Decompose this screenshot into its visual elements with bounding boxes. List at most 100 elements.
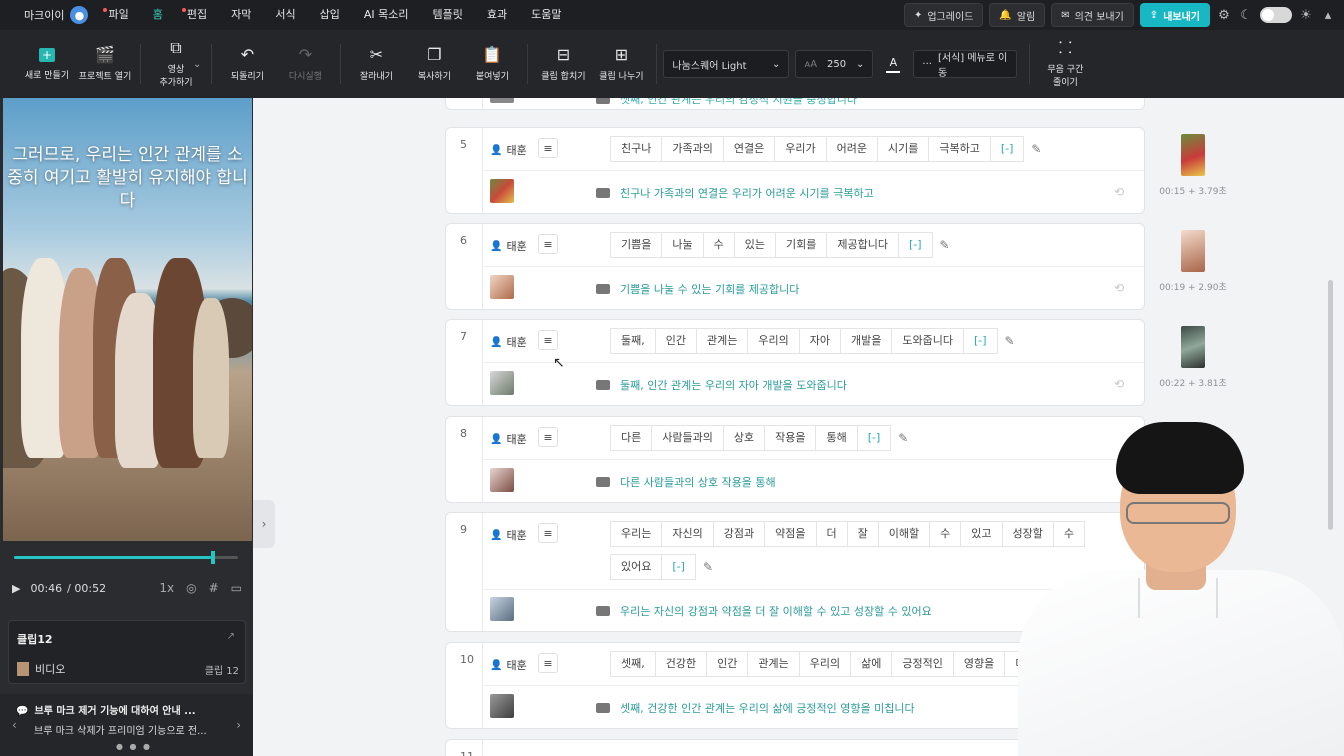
speaker-label[interactable]: 👤태훈 (490, 431, 527, 447)
word-chip[interactable]: 잘 (846, 521, 879, 547)
screenshot-icon[interactable]: ◎ (186, 581, 196, 595)
speaker-label[interactable]: 👤태훈 (490, 334, 527, 350)
word-chip[interactable]: 작용을 (764, 425, 817, 451)
word-chip[interactable]: 친구나 (610, 136, 663, 162)
undo-button[interactable]: ↶ 되돌리기 (218, 34, 276, 94)
word-chip[interactable]: 있어요 (610, 554, 663, 580)
script-row[interactable]: 7 👤 태훈 ≡ 둘째, 인간 관계는 우리의 자아 개발을 도와줍니다 [-] … (445, 319, 1145, 406)
export-button[interactable]: ⇪ 내보내기 (1139, 3, 1210, 27)
menu-insert[interactable]: 삽입 (308, 0, 352, 30)
paste-button[interactable]: 📋 붙여넣기 (463, 34, 521, 94)
link-icon[interactable]: ⟲ (1114, 377, 1124, 391)
link-icon[interactable]: ⟲ (1114, 185, 1124, 199)
word-chip[interactable]: 연결은 (722, 136, 776, 162)
word-chip[interactable]: 셋째, (610, 651, 656, 677)
word-chip[interactable]: 기쁨을 (610, 232, 663, 258)
chevron-right-icon[interactable]: › (236, 718, 241, 732)
menu-effect[interactable]: 효과 (475, 0, 519, 30)
word-chip[interactable]: 긍정적인 (891, 651, 954, 677)
word-chip[interactable]: 상호 (722, 425, 766, 451)
chevron-down-icon[interactable]: ⌄ (193, 59, 201, 70)
copy-button[interactable]: ❐ 복사하기 (405, 34, 463, 94)
reduce-silence-button[interactable]: ⸬ 무음 구간 줄이기 (1036, 34, 1094, 94)
speaker-label[interactable]: 👤태훈 (490, 238, 527, 254)
script-row[interactable]: 6 👤 태훈 ≡ 기쁨을 나눌 수 있는 기회를 제공합니다 [-] ✎ 기쁨을 … (445, 223, 1145, 310)
format-menu-button[interactable]: ··· [서식] 메뉴로 이동 (913, 50, 1018, 79)
break-chip[interactable]: [-] (897, 232, 933, 258)
break-chip[interactable]: [-] (856, 425, 892, 451)
sentence-text[interactable]: 다른 사람들과의 상호 작용을 통해 (620, 474, 776, 490)
speed-button[interactable]: 1x (159, 581, 174, 595)
word-chip[interactable]: 사람들과의 (651, 425, 724, 451)
account-menu[interactable]: 마크이이 ● (0, 6, 89, 24)
row-menu-icon[interactable]: ≡ (538, 427, 558, 447)
word-chip[interactable]: 이해할 (877, 521, 931, 547)
pencil-icon[interactable]: ✎ (703, 554, 713, 587)
sentence-text[interactable]: 셋째, 인간 관계는 우리의 감정적 지원을 충정합니다 (620, 98, 857, 107)
new-project-button[interactable]: + 새로 만들기 (18, 34, 76, 94)
word-chip[interactable]: 가족과의 (661, 136, 724, 162)
word-chip[interactable]: 수 (702, 232, 735, 258)
word-chip[interactable]: 약점을 (764, 521, 817, 547)
row-menu-icon[interactable]: ≡ (538, 653, 558, 673)
sentence-text[interactable]: 셋째, 건강한 인간 관계는 우리의 삶에 긍정적인 영향을 미칩니다 (620, 700, 915, 716)
word-chip[interactable]: 시기를 (876, 136, 930, 162)
word-chip[interactable]: 도와줍니다 (891, 328, 964, 354)
subtitle-toggle-icon[interactable]: ▭ (231, 581, 242, 595)
word-chip[interactable]: 관계는 (747, 651, 800, 677)
merge-clip-button[interactable]: ⊟ 클립 합치기 (534, 34, 592, 94)
link-icon[interactable]: ⟲ (1114, 281, 1124, 295)
timeline-clip[interactable]: 00:19 + 2.90초 (1158, 230, 1228, 293)
speaker-label[interactable]: 👤태훈 (490, 142, 527, 158)
font-color-button[interactable]: A (879, 50, 907, 78)
word-chip[interactable]: 자아 (798, 328, 841, 354)
word-chip[interactable]: 인간 (654, 328, 697, 354)
word-chip[interactable]: 자신의 (661, 521, 714, 547)
redo-button[interactable]: ↷ 다시실행 (276, 34, 334, 94)
user-avatar-icon[interactable]: ● (70, 6, 89, 24)
word-chip[interactable]: 더 (815, 521, 848, 547)
break-chip[interactable]: [-] (661, 554, 696, 580)
row-menu-icon[interactable]: ≡ (538, 330, 558, 350)
pencil-icon[interactable]: ✎ (1031, 136, 1041, 169)
seek-handle[interactable] (211, 551, 216, 564)
word-chip[interactable]: 인간 (706, 651, 749, 677)
word-chip[interactable]: 나눌 (661, 232, 704, 258)
break-chip[interactable]: [-] (989, 136, 1025, 162)
script-row[interactable]: 셋째, 인간 관계는 우리의 감정적 지원을 충정합니다 (445, 98, 1145, 110)
external-link-icon[interactable]: ↗ (227, 631, 235, 642)
row-menu-icon[interactable]: ≡ (538, 234, 558, 254)
menu-edit[interactable]: 편집 (175, 0, 219, 30)
video-preview[interactable]: 그러므로, 우리는 인간 관계를 소중히 여기고 활발히 유지해야 합니다 (3, 98, 252, 541)
word-chip[interactable]: 우리의 (798, 651, 852, 677)
speaker-label[interactable]: 👤태훈 (490, 527, 527, 543)
alarm-button[interactable]: 🔔 알림 (989, 3, 1046, 27)
sentence-text[interactable]: 친구나 가족과의 연결은 우리가 어려운 시기를 극복하고 (620, 185, 874, 201)
word-chip[interactable]: 어려운 (825, 136, 878, 162)
word-chip[interactable]: 건강한 (654, 651, 708, 677)
word-chip[interactable]: 둘째, (610, 328, 656, 354)
feedback-button[interactable]: ✉ 의견 보내기 (1051, 3, 1134, 27)
chevron-left-icon[interactable]: ‹ (12, 718, 17, 732)
play-icon[interactable]: ▶ (12, 582, 20, 595)
word-chip[interactable]: 개발을 (840, 328, 893, 354)
menu-format[interactable]: 서식 (263, 0, 307, 30)
theme-toggle[interactable] (1260, 7, 1292, 23)
menu-template[interactable]: 템플릿 (421, 0, 475, 30)
script-row[interactable]: 5 👤 태훈 ≡ 친구나 가족과의 연결은 우리가 어려운 시기를 극복하고 [-… (445, 127, 1145, 214)
word-chip[interactable]: 강점과 (712, 521, 766, 547)
grid-icon[interactable]: # (209, 581, 219, 595)
menu-home[interactable]: 홈 (141, 0, 175, 30)
word-chip[interactable]: 통해 (815, 425, 858, 451)
row-menu-icon[interactable]: ≡ (538, 138, 558, 158)
pencil-icon[interactable]: ✎ (940, 232, 950, 265)
notice-banner[interactable]: ‹ 💬 브루 마크 제거 기능에 대하여 안내 ... 브루 마크 삭제가 프리미… (0, 694, 253, 756)
pencil-icon[interactable]: ✎ (1005, 328, 1015, 361)
open-project-button[interactable]: 🎬 프로젝트 열기 (76, 34, 134, 94)
break-chip[interactable]: [-] (962, 328, 998, 354)
cut-button[interactable]: ✂ 잘라내기 (347, 34, 405, 94)
word-chip[interactable]: 우리의 (747, 328, 800, 354)
word-chip[interactable]: 있는 (733, 232, 776, 258)
split-clip-button[interactable]: ⊞ 클립 나누기 (592, 34, 650, 94)
word-chip[interactable]: 제공합니다 (826, 232, 899, 258)
